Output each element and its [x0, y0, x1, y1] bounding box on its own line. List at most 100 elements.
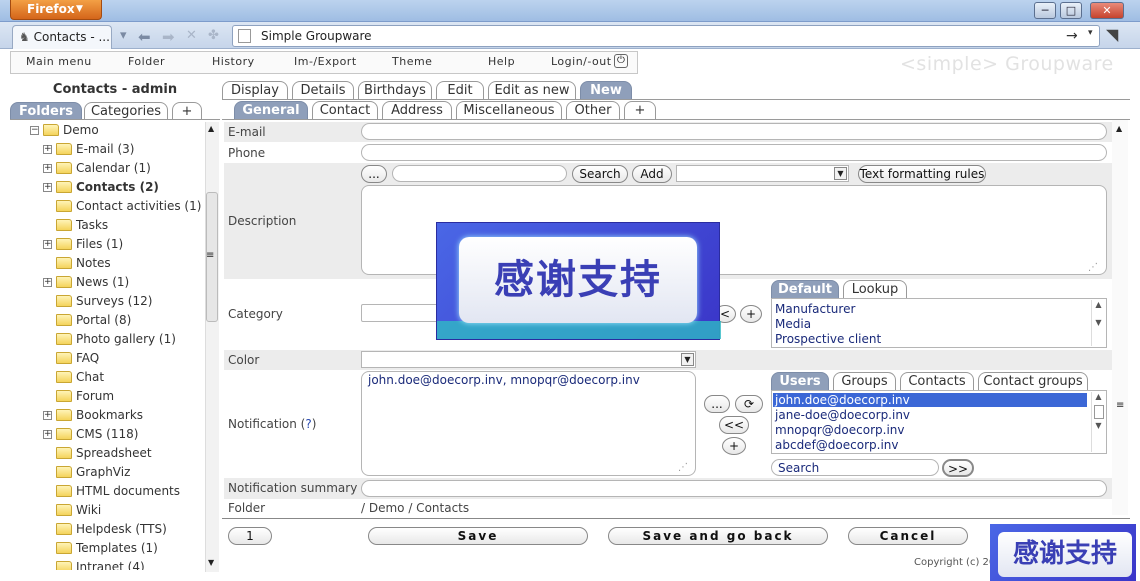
folder-item[interactable]: Templates (1) [10, 541, 204, 560]
url-bar[interactable]: Simple Groupware [232, 25, 1100, 47]
back-icon[interactable]: ⬅ [138, 28, 151, 46]
tab-folders[interactable]: Folders [10, 102, 82, 120]
tab-contact-groups[interactable]: Contact groups [978, 372, 1088, 390]
category-option[interactable]: Prospective client [775, 332, 881, 346]
expand-icon[interactable]: + [43, 164, 52, 173]
cancel-button[interactable]: Cancel [848, 527, 968, 545]
tab-users[interactable]: Users [771, 372, 829, 390]
folder-item[interactable]: Surveys (12) [10, 294, 204, 313]
tab-form-general[interactable]: General [234, 101, 308, 119]
folder-item[interactable]: + Calendar (1) [10, 161, 204, 180]
user-item[interactable]: abcdef@doecorp.inv [775, 438, 898, 452]
menu-history[interactable]: History [212, 55, 255, 68]
folder-item[interactable]: Wiki [10, 503, 204, 522]
notification-remove-button[interactable]: << [719, 416, 749, 434]
folder-item[interactable]: + CMS (118) [10, 427, 204, 446]
firefox-menu-button[interactable]: Firefox [10, 0, 102, 20]
tab-list-icon[interactable]: ▾ [120, 28, 127, 43]
save-and-go-back-button[interactable]: Save and go back [608, 527, 828, 545]
notification-browse-button[interactable]: ... [704, 395, 730, 413]
tab-add-sidebar[interactable]: + [172, 102, 202, 120]
menu-login[interactable]: Login/-out [551, 55, 612, 68]
user-search-input[interactable]: Search [771, 459, 939, 476]
sidebar-scrollbar[interactable] [205, 122, 219, 572]
tab-groups[interactable]: Groups [833, 372, 896, 390]
tab-form-address[interactable]: Address [382, 101, 452, 119]
maximize-button[interactable]: □ [1060, 2, 1082, 19]
tab-form-contact[interactable]: Contact [312, 101, 378, 119]
browser-tab[interactable]: ♞ Contacts - ... [12, 25, 112, 49]
tab-view-edit[interactable]: Edit [436, 81, 484, 99]
scroll-down-icon[interactable]: ▼ [208, 558, 214, 567]
close-window-button[interactable]: ✕ [1090, 2, 1124, 19]
save-button[interactable]: Save [368, 527, 588, 545]
tab-view-display[interactable]: Display [222, 81, 288, 99]
folder-item[interactable]: + News (1) [10, 275, 204, 294]
folder-item[interactable]: GraphViz [10, 465, 204, 484]
rss-feed-icon[interactable]: ◥ [1106, 25, 1118, 44]
minimize-button[interactable]: ─ [1034, 2, 1056, 19]
expand-icon[interactable]: + [43, 240, 52, 249]
menu-folder[interactable]: Folder [128, 55, 165, 68]
expand-icon[interactable]: + [43, 145, 52, 154]
power-icon[interactable]: ⏻ [614, 54, 628, 68]
collapse-icon[interactable]: − [30, 126, 39, 135]
user-search-go-button[interactable]: >> [942, 459, 974, 477]
expand-icon[interactable]: + [43, 278, 52, 287]
tab-form-other[interactable]: Other [566, 101, 620, 119]
menu-theme[interactable]: Theme [392, 55, 432, 68]
stop-icon[interactable]: ✕ [186, 28, 197, 43]
scroll-grip-icon[interactable]: ≡ [1116, 400, 1124, 411]
folder-item[interactable]: FAQ [10, 351, 204, 370]
tab-view-birthdays[interactable]: Birthdays [358, 81, 432, 99]
expand-icon[interactable]: + [43, 183, 52, 192]
page-number-button[interactable]: 1 [228, 527, 272, 545]
tab-category-default[interactable]: Default [771, 280, 839, 298]
resize-grip-icon[interactable]: ⋰ [1088, 262, 1098, 273]
folder-item[interactable]: + Bookmarks [10, 408, 204, 427]
tab-view-new[interactable]: New [580, 81, 632, 99]
scroll-up-icon[interactable]: ▲ [1116, 124, 1122, 133]
folder-item[interactable]: − Demo [10, 123, 204, 142]
tab-contacts[interactable]: Contacts [900, 372, 974, 390]
folder-item[interactable]: Notes [10, 256, 204, 275]
folder-item[interactable]: Forum [10, 389, 204, 408]
category-option[interactable]: Media [775, 317, 811, 331]
folder-item[interactable]: Portal (8) [10, 313, 204, 332]
history-dropdown-icon[interactable]: ▾ [1088, 28, 1093, 38]
desc-search-input[interactable] [392, 165, 567, 182]
resize-grip-icon[interactable]: ⋰ [678, 462, 688, 473]
color-select[interactable]: ▼ [361, 351, 696, 368]
menu-import-export[interactable]: Im-/Export [294, 55, 357, 68]
notification-summary-field[interactable] [361, 480, 1107, 497]
users-list-scrollbar[interactable]: ▲ ▼ [1091, 392, 1105, 452]
tab-form-miscellaneous[interactable]: Miscellaneous [456, 101, 562, 119]
desc-add-button[interactable]: Add [632, 165, 672, 183]
tab-view-details[interactable]: Details [292, 81, 354, 99]
folder-item[interactable]: + Files (1) [10, 237, 204, 256]
folder-item[interactable]: HTML documents [10, 484, 204, 503]
desc-template-select[interactable]: ▼ [676, 165, 849, 182]
desc-search-button[interactable]: Search [572, 165, 628, 183]
tab-category-lookup[interactable]: Lookup [843, 280, 907, 298]
tab-view-edit-as-new[interactable]: Edit as new [488, 81, 576, 99]
expand-icon[interactable]: + [43, 430, 52, 439]
menu-main[interactable]: Main menu [26, 55, 92, 68]
scroll-up-icon[interactable]: ▲ [208, 124, 214, 133]
form-scrollbar[interactable] [1112, 120, 1128, 515]
tab-categories[interactable]: Categories [84, 102, 168, 120]
menu-help[interactable]: Help [488, 55, 515, 68]
folder-item[interactable]: + E-mail (3) [10, 142, 204, 161]
text-formatting-rules-button[interactable]: Text formatting rules [858, 165, 986, 183]
desc-browse-button[interactable]: ... [361, 165, 387, 183]
expand-icon[interactable]: + [43, 411, 52, 420]
folder-item[interactable]: Helpdesk (TTS) [10, 522, 204, 541]
category-list-scrollbar[interactable]: ▲ ▼ [1091, 300, 1105, 346]
home-icon[interactable]: ✤ [208, 28, 219, 43]
refresh-icon[interactable]: ⟳ [735, 395, 763, 413]
folder-item[interactable]: Chat [10, 370, 204, 389]
user-item-selected[interactable]: john.doe@doecorp.inv [773, 393, 1087, 407]
folder-item[interactable]: Photo gallery (1) [10, 332, 204, 351]
user-item[interactable]: jane-doe@doecorp.inv [775, 408, 910, 422]
tab-form-add[interactable]: + [624, 101, 656, 119]
